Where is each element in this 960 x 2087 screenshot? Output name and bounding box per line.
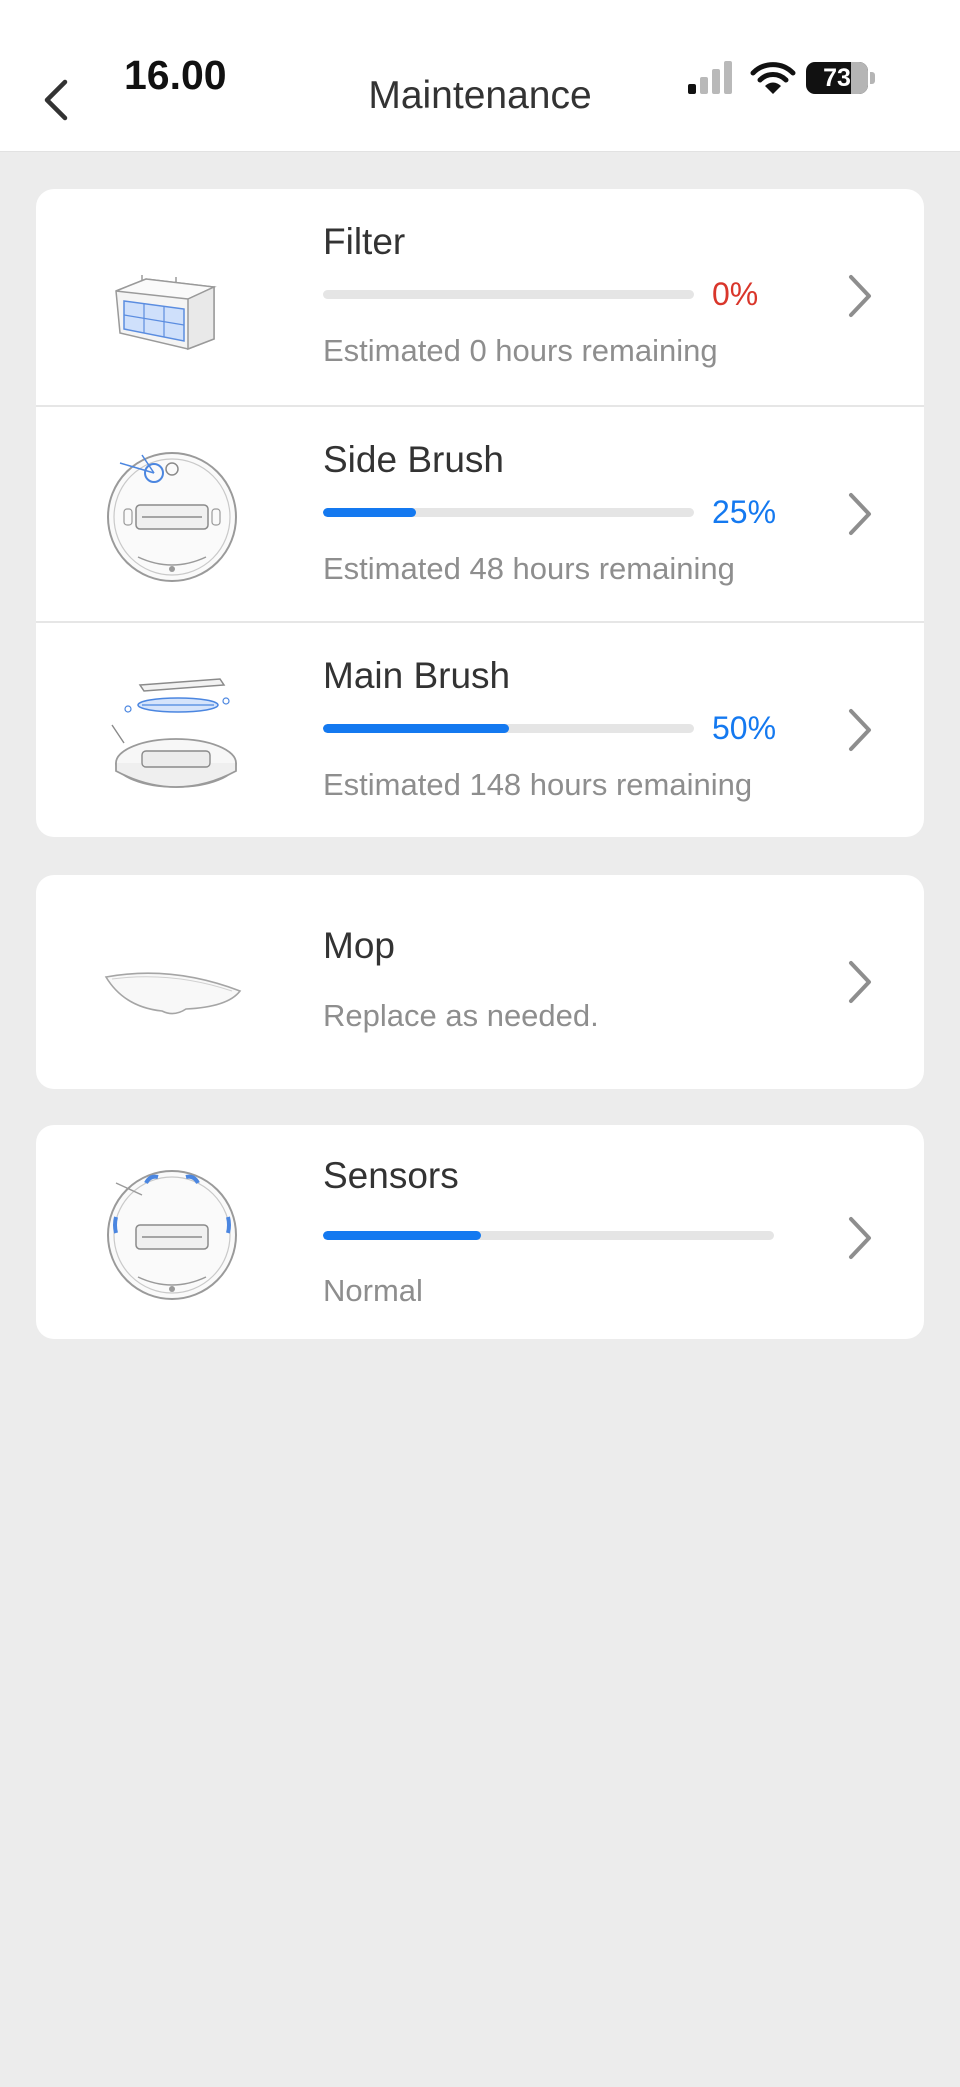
- sensors-image: [107, 1170, 237, 1300]
- life-percent: 25%: [712, 494, 777, 530]
- status-progress-bar: [323, 1231, 774, 1240]
- remaining-time: Estimated 148 hours remaining: [323, 767, 753, 802]
- remaining-time: Estimated 0 hours remaining: [323, 333, 718, 368]
- item-name: Mop: [323, 925, 395, 966]
- life-progress-fill: [323, 724, 509, 733]
- chevron-right-icon: [849, 709, 871, 751]
- care-note: Replace as needed.: [323, 998, 599, 1033]
- chevron-right-icon: [849, 275, 871, 317]
- mop-pad-image: [104, 972, 242, 1015]
- maintenance-item-mop[interactable]: Mop Replace as needed.: [36, 875, 924, 1089]
- mop-card: Mop Replace as needed.: [36, 875, 924, 1089]
- battery-indicator: 73: [806, 58, 878, 98]
- life-percent: 0%: [712, 276, 759, 312]
- maintenance-item-sensors[interactable]: Sensors Normal: [36, 1125, 924, 1339]
- item-name: Main Brush: [323, 655, 511, 696]
- side-brush-image: [107, 452, 237, 582]
- maintenance-item-side-brush[interactable]: Side Brush 25% Estimated 48 hours remain…: [36, 405, 924, 621]
- life-percent: 50%: [712, 710, 777, 746]
- chevron-right-icon: [849, 961, 871, 1003]
- chevron-right-icon: [849, 493, 871, 535]
- life-progress-bar: [323, 724, 694, 733]
- life-progress-bar: [323, 290, 694, 299]
- wifi-icon: [750, 62, 796, 94]
- remaining-time: Estimated 48 hours remaining: [323, 551, 735, 586]
- sensors-card: Sensors Normal: [36, 1125, 924, 1339]
- item-name: Filter: [323, 221, 406, 262]
- consumables-card: Filter 0% Estimated 0 hours remaining Si…: [36, 189, 924, 837]
- chevron-right-icon: [849, 1217, 871, 1259]
- battery-level: 73: [823, 64, 851, 92]
- item-name: Side Brush: [323, 439, 504, 480]
- sensor-status: Normal: [323, 1273, 423, 1308]
- maintenance-item-filter[interactable]: Filter 0% Estimated 0 hours remaining: [36, 189, 924, 405]
- main-brush-image: [111, 678, 237, 788]
- life-progress-bar: [323, 508, 694, 517]
- cellular-signal-icon: [688, 61, 732, 94]
- maintenance-item-main-brush[interactable]: Main Brush 50% Estimated 148 hours remai…: [36, 621, 924, 837]
- life-progress-fill: [323, 508, 416, 517]
- item-name: Sensors: [323, 1155, 459, 1196]
- filter-image: [115, 275, 217, 351]
- header-bar: 16.00 Maintenance 73: [0, 0, 960, 152]
- status-progress-fill: [323, 1231, 481, 1240]
